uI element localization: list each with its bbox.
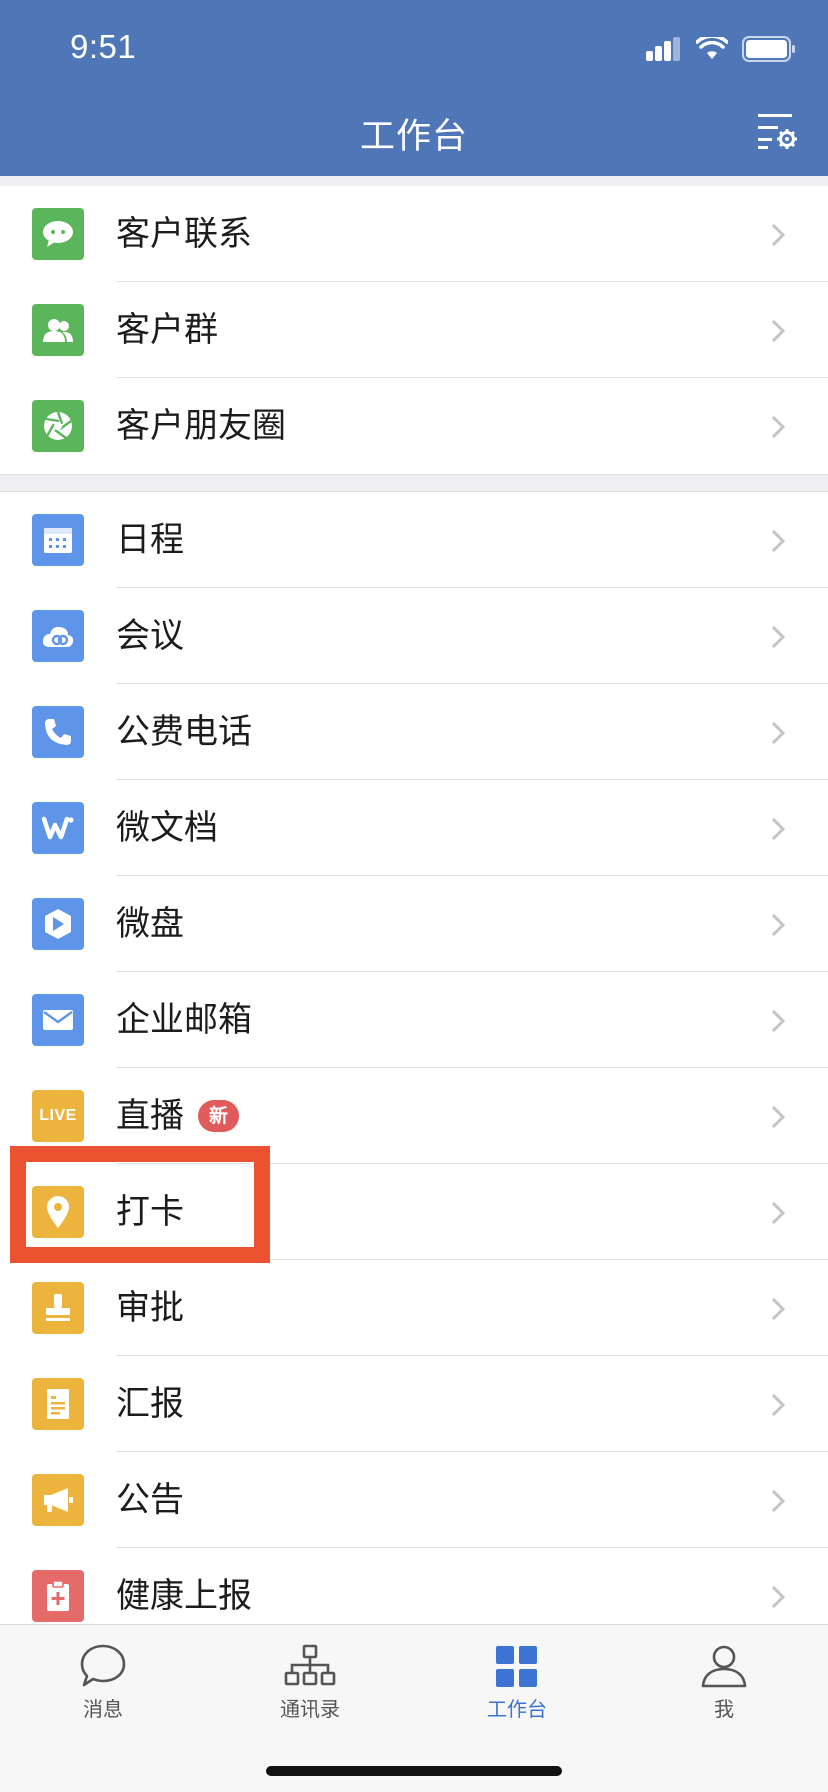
item-label: 公费电话 [116,712,252,752]
list-settings-icon[interactable] [758,112,798,150]
wifi-icon [696,37,728,59]
item-label: 汇报 [116,1384,184,1424]
org-chart-icon [284,1644,336,1686]
chevron-right-icon [771,1105,786,1129]
home-indicator[interactable] [266,1766,562,1776]
workbench-list[interactable]: 客户联系 客户群 客户朋友圈 日程 会议 公费电话 微文档 微盘 企业邮箱 LI… [0,176,828,1624]
tab-workbench[interactable]: 工作台 [457,1643,577,1722]
list-item-report[interactable]: 汇报 [0,1356,828,1452]
chevron-right-icon [771,1009,786,1033]
tab-label: 工作台 [487,1697,547,1721]
group-divider [0,474,828,492]
tab-messages[interactable]: 消息 [43,1643,163,1722]
health-clipboard-icon [32,1570,84,1622]
list-item-live[interactable]: LIVE 直播 新 [0,1068,828,1164]
chevron-right-icon [771,223,786,247]
item-label: 直播 [116,1096,184,1136]
tab-contacts[interactable]: 通讯录 [250,1643,370,1722]
header-bar: 9:51 工作台 [0,0,828,176]
group-customer: 客户联系 客户群 客户朋友圈 [0,186,828,474]
list-item-meeting[interactable]: 会议 [0,588,828,684]
status-icons [646,34,796,64]
chevron-right-icon [771,1297,786,1321]
stamp-icon [32,1282,84,1334]
chevron-right-icon [771,1585,786,1609]
list-item-documents[interactable]: 微文档 [0,780,828,876]
item-label: 日程 [116,520,184,560]
live-icon-text: LIVE [39,1107,77,1124]
item-label: 微盘 [116,904,184,944]
chevron-right-icon [771,319,786,343]
tab-label: 我 [714,1697,734,1721]
list-item-schedule[interactable]: 日程 [0,492,828,588]
doc-w-icon [32,802,84,854]
chat-bubble-icon [32,208,84,260]
list-item-mailbox[interactable]: 企业邮箱 [0,972,828,1068]
report-icon [32,1378,84,1430]
location-pin-icon [32,1186,84,1238]
item-label: 健康上报 [116,1576,252,1616]
list-item-customer-moments[interactable]: 客户朋友圈 [0,378,828,474]
item-label: 客户群 [116,310,218,350]
list-top-gap [0,176,828,186]
people-icon [32,304,84,356]
megaphone-icon [32,1474,84,1526]
item-label: 公告 [116,1480,184,1520]
cloud-icon [32,610,84,662]
item-label: 客户朋友圈 [116,406,286,446]
chevron-right-icon [771,415,786,439]
status-time: 9:51 [70,28,137,65]
list-item-business-call[interactable]: 公费电话 [0,684,828,780]
cellular-signal-icon [646,37,680,61]
tab-label: 消息 [83,1697,123,1721]
grid-icon [496,1646,537,1687]
list-item-customer-contact[interactable]: 客户联系 [0,186,828,282]
group-apps: 日程 会议 公费电话 微文档 微盘 企业邮箱 LIVE 直播 新 打卡 审批 汇… [0,492,828,1624]
item-label: 微文档 [116,808,218,848]
battery-icon [742,36,795,62]
calendar-icon [32,514,84,566]
item-label: 打卡 [116,1192,184,1232]
list-item-health-report[interactable]: 健康上报 [0,1548,828,1624]
chevron-right-icon [771,1393,786,1417]
tab-label: 通讯录 [280,1697,340,1721]
aperture-icon [32,400,84,452]
item-label: 审批 [116,1288,184,1328]
chevron-right-icon [771,721,786,745]
chevron-right-icon [771,1201,786,1225]
mail-icon [32,994,84,1046]
list-item-check-in[interactable]: 打卡 [0,1164,828,1260]
person-icon [701,1645,747,1688]
chevron-right-icon [771,913,786,937]
chevron-right-icon [771,625,786,649]
chevron-right-icon [771,817,786,841]
page-title: 工作台 [359,117,468,157]
list-item-drive[interactable]: 微盘 [0,876,828,972]
item-label: 会议 [116,616,184,656]
phone-icon [32,706,84,758]
item-label: 客户联系 [116,214,252,254]
new-badge: 新 [198,1100,240,1132]
list-item-announcement[interactable]: 公告 [0,1452,828,1548]
list-item-approval[interactable]: 审批 [0,1260,828,1356]
message-bubble-icon [80,1644,126,1687]
chevron-right-icon [771,1489,786,1513]
list-item-customer-group[interactable]: 客户群 [0,282,828,378]
tab-me[interactable]: 我 [664,1643,784,1722]
live-icon: LIVE [32,1090,84,1142]
item-label: 企业邮箱 [116,1000,252,1040]
drive-icon [32,898,84,950]
chevron-right-icon [771,529,786,553]
